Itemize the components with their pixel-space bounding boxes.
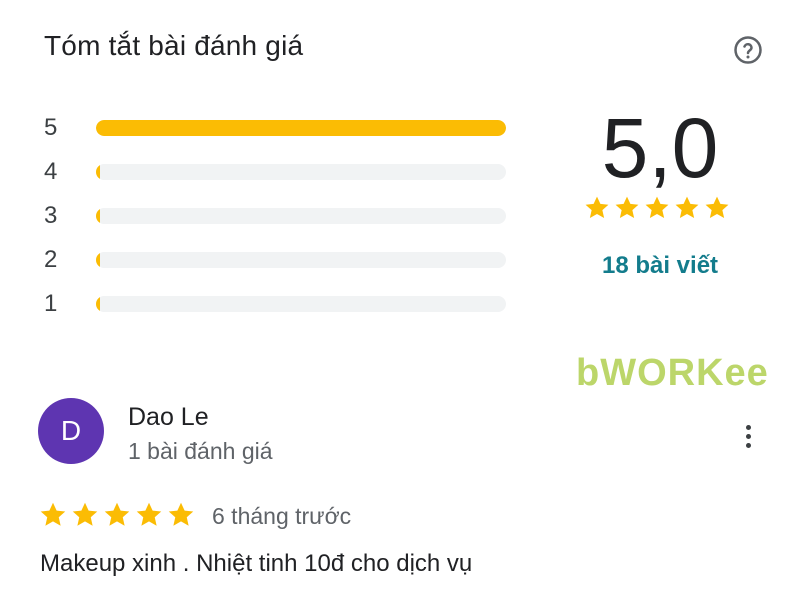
rating-row-2[interactable]: 2 — [44, 238, 514, 282]
star-icon — [675, 196, 699, 219]
star-icon — [705, 196, 729, 219]
more-dot — [745, 442, 751, 448]
summary-title: Tóm tắt bài đánh giá — [44, 30, 304, 61]
star-icon — [104, 502, 130, 526]
rating-row-label: 5 — [44, 114, 58, 141]
more-dot — [745, 433, 751, 439]
rating-row-3[interactable]: 3 — [44, 194, 514, 238]
review-stars — [38, 500, 196, 530]
more-vertical-icon[interactable] — [734, 418, 762, 454]
review-time: 6 tháng trước — [212, 503, 352, 529]
avatar[interactable]: D — [38, 398, 104, 464]
rating-row-label: 4 — [44, 158, 58, 185]
average-score: 5,0 — [601, 101, 719, 195]
rating-row-label: 1 — [44, 290, 58, 317]
average-score-stars — [583, 194, 731, 222]
star-icon — [645, 196, 669, 219]
rating-row-5[interactable]: 5 — [44, 106, 514, 150]
more-dot — [745, 424, 751, 430]
rating-bar-track — [96, 296, 506, 312]
star-icon — [585, 196, 609, 219]
star-icon — [168, 502, 194, 526]
star-icon — [72, 502, 98, 526]
review-text: Makeup xinh . Nhiệt tinh 10đ cho dịch vụ — [40, 550, 473, 577]
rating-bar-track — [96, 120, 506, 136]
star-icon — [136, 502, 162, 526]
rating-row-label: 2 — [44, 246, 58, 273]
review-count-link[interactable]: 18 bài viết — [560, 252, 760, 280]
rating-bar-fill — [96, 120, 506, 136]
rating-bar-fill — [96, 164, 100, 180]
star-icon — [615, 196, 639, 219]
reviewer-name[interactable]: Dao Le — [128, 403, 209, 432]
rating-bar-track — [96, 208, 506, 224]
rating-bar-track — [96, 164, 506, 180]
rating-row-1[interactable]: 1 — [44, 282, 514, 326]
rating-distribution: 5 4 3 2 1 — [44, 106, 514, 326]
reviewer-review-count: 1 bài đánh giá — [128, 438, 273, 464]
rating-bar-fill — [96, 252, 100, 268]
rating-bar-fill — [96, 208, 100, 224]
rating-row-4[interactable]: 4 — [44, 150, 514, 194]
question-circle-icon[interactable] — [733, 35, 763, 65]
watermark-logo: bWORKee — [576, 352, 769, 394]
rating-bar-fill — [96, 296, 100, 312]
star-icon — [40, 502, 66, 526]
rating-row-label: 3 — [44, 202, 58, 229]
rating-bar-track — [96, 252, 506, 268]
